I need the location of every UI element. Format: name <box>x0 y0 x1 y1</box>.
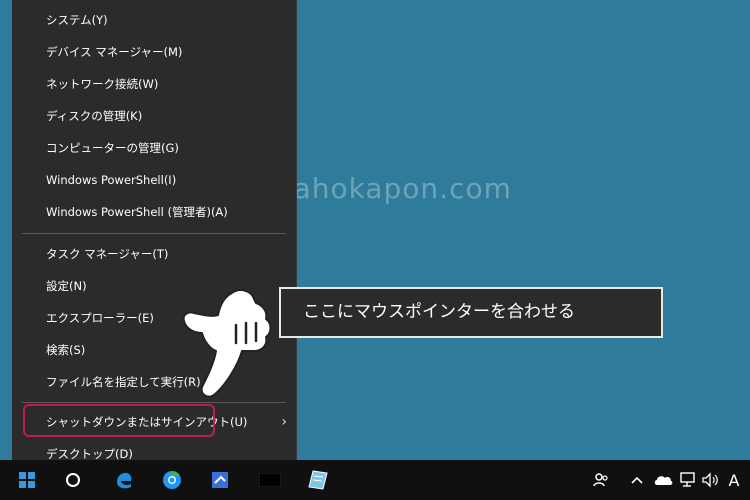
taskbar: A <box>0 460 750 500</box>
instruction-callout: ここにマウスポインターを合わせる <box>279 287 663 338</box>
app-icon[interactable] <box>206 460 234 500</box>
menu-item-powershell[interactable]: Windows PowerShell(I) <box>12 164 297 196</box>
menu-item-device-manager[interactable]: デバイス マネージャー(M) <box>12 36 297 68</box>
pointing-hand-icon <box>182 289 272 398</box>
notepad-icon[interactable] <box>304 460 332 500</box>
network-icon[interactable] <box>676 460 698 500</box>
menu-item-powershell-admin[interactable]: Windows PowerShell (管理者)(A) <box>12 196 297 228</box>
people-icon[interactable] <box>590 460 612 500</box>
chevron-right-icon: › <box>281 414 287 430</box>
chevron-up-icon[interactable] <box>628 460 646 500</box>
ime-indicator[interactable]: A <box>724 460 744 500</box>
black-app-icon[interactable] <box>256 460 284 500</box>
volume-icon[interactable] <box>700 460 720 500</box>
menu-separator <box>22 233 286 234</box>
menu-item-disk-management[interactable]: ディスクの管理(K) <box>12 100 297 132</box>
menu-item-network-connections[interactable]: ネットワーク接続(W) <box>12 68 297 100</box>
menu-item-task-manager[interactable]: タスク マネージャー(T) <box>12 238 297 270</box>
chrome-icon[interactable] <box>158 460 186 500</box>
menu-item-system[interactable]: システム(Y) <box>12 4 297 36</box>
windows-start-icon[interactable] <box>12 460 42 500</box>
highlight-box <box>23 404 215 437</box>
cortana-circle-icon[interactable] <box>60 460 86 500</box>
edge-icon[interactable] <box>110 460 138 500</box>
onedrive-icon[interactable] <box>652 460 674 500</box>
menu-item-computer-management[interactable]: コンピューターの管理(G) <box>12 132 297 164</box>
menu-separator <box>22 402 286 403</box>
power-user-menu: システム(Y) デバイス マネージャー(M) ネットワーク接続(W) ディスクの… <box>12 0 297 474</box>
